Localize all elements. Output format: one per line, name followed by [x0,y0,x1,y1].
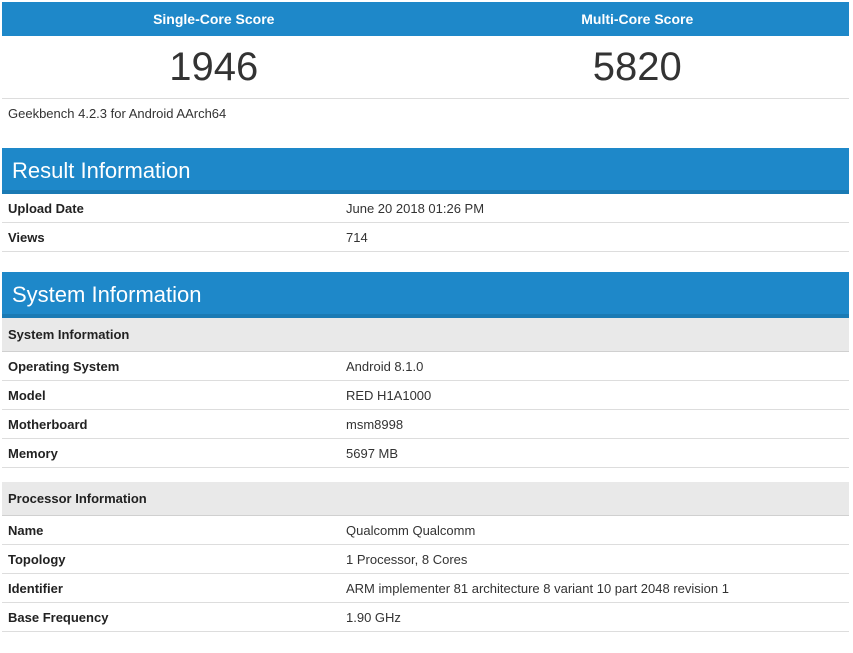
table-row: Model RED H1A1000 [2,381,849,410]
row-value: 5697 MB [346,445,399,461]
table-row: Identifier ARM implementer 81 architectu… [2,574,849,603]
system-information-banner: System Information [2,272,849,318]
benchmark-version: Geekbench 4.2.3 for Android AArch64 [8,106,227,121]
result-information-title: Result Information [12,158,191,183]
geekbench-result-page: Single-Core Score Multi-Core Score 1946 … [0,0,853,653]
processor-information-subheading: Processor Information [2,482,849,516]
score-header-row: Single-Core Score Multi-Core Score [2,2,849,36]
table-row: Base Frequency 1.90 GHz [2,603,849,632]
result-information-table: Upload Date June 20 2018 01:26 PM Views … [2,194,849,252]
single-core-score-value: 1946 [169,44,259,89]
system-information-table: System Information Operating System Andr… [2,318,849,632]
system-information-title: System Information [12,282,202,307]
system-information-subheading: System Information [2,318,849,352]
multi-core-score-value: 5820 [592,44,682,89]
row-value: 1.90 GHz [346,609,401,625]
row-label: Memory [8,445,58,461]
table-row: Name Qualcomm Qualcomm [2,516,849,545]
row-value: RED H1A1000 [346,387,432,403]
row-label: Operating System [8,358,120,374]
multi-core-score-label: Multi-Core Score [581,11,694,27]
table-row: Views 714 [2,223,849,252]
row-value: ARM implementer 81 architecture 8 varian… [346,580,729,596]
row-value: 1 Processor, 8 Cores [346,551,468,567]
score-table: Single-Core Score Multi-Core Score 1946 … [2,2,849,99]
row-label: Upload Date [8,200,84,216]
table-row: Topology 1 Processor, 8 Cores [2,545,849,574]
table-row: Operating System Android 8.1.0 [2,352,849,381]
single-core-score-label: Single-Core Score [153,11,275,27]
row-label: Model [8,387,46,403]
row-label: Views [8,229,45,245]
row-value: msm8998 [346,416,404,432]
row-label: Name [8,522,44,538]
row-value: 714 [346,229,368,245]
score-values-row: 1946 5820 [2,36,849,99]
result-information-banner: Result Information [2,148,849,194]
row-label: Motherboard [8,416,88,432]
row-label: Topology [8,551,66,567]
row-value: Android 8.1.0 [346,358,424,374]
row-value: June 20 2018 01:26 PM [346,200,485,216]
row-label: Base Frequency [8,609,109,625]
table-row: Motherboard msm8998 [2,410,849,439]
table-row: Memory 5697 MB [2,439,849,468]
row-value: Qualcomm Qualcomm [346,522,476,538]
row-label: Identifier [8,580,63,596]
table-row: Upload Date June 20 2018 01:26 PM [2,194,849,223]
